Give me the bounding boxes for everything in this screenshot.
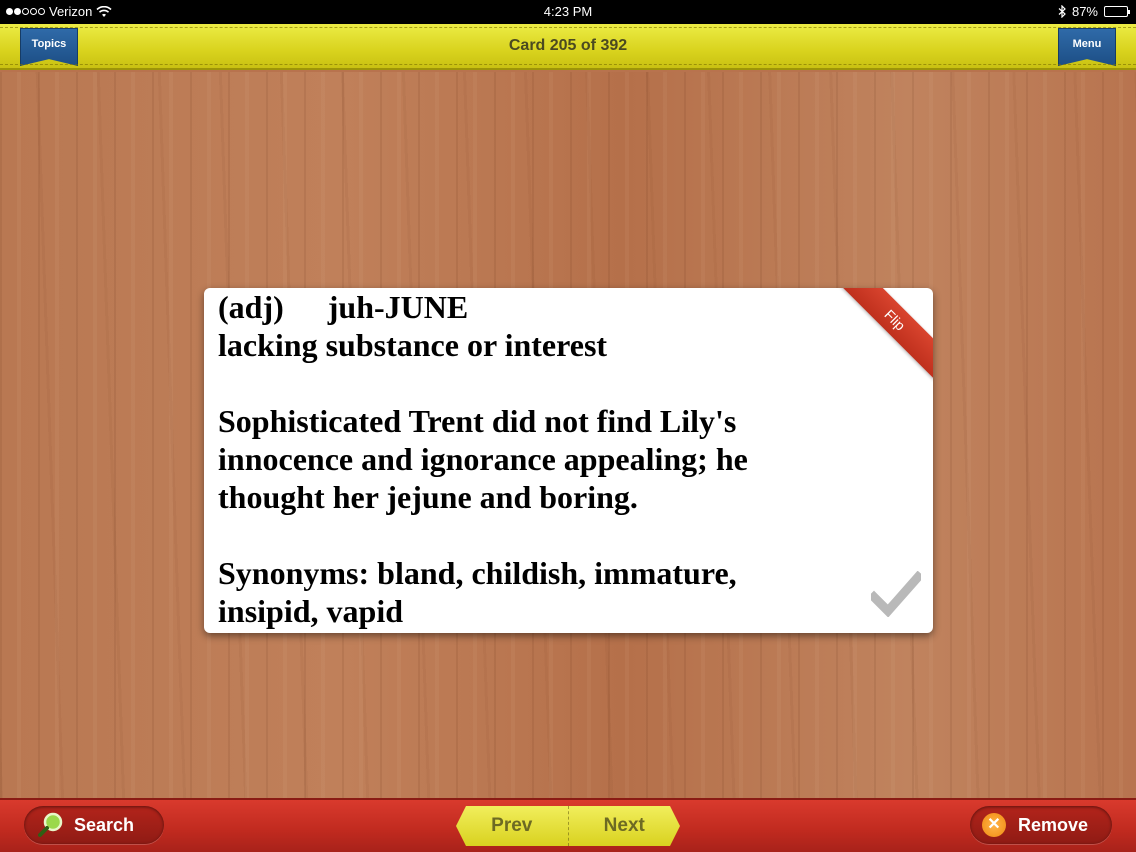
- close-icon: ✕: [982, 813, 1006, 837]
- synonyms-line-1: Synonyms: bland, childish, immature,: [218, 555, 737, 591]
- remove-button[interactable]: ✕ Remove: [970, 806, 1112, 844]
- page-title: Card 205 of 392: [508, 37, 628, 54]
- search-button[interactable]: Search: [24, 806, 164, 844]
- footer-bar: Search Prev Next ✕ Remove: [0, 798, 1136, 852]
- status-right: 87%: [1058, 4, 1130, 19]
- prev-button[interactable]: Prev: [456, 806, 569, 846]
- flash-card[interactable]: (adj) juh-JUNE lacking substance or inter…: [204, 288, 933, 633]
- header-bar: Topics Card 205 of 392 Menu: [0, 24, 1136, 70]
- example-line-1: Sophisticated Trent did not find Lily's: [218, 403, 737, 439]
- remove-label: Remove: [1018, 814, 1089, 835]
- part-of-speech: (adj): [218, 289, 284, 325]
- search-icon: [38, 812, 63, 837]
- battery-icon: [1104, 6, 1130, 17]
- search-label: Search: [74, 814, 135, 835]
- card-navigation: Prev Next: [456, 806, 680, 846]
- card-content: (adj) juh-JUNE lacking substance or inter…: [218, 288, 858, 630]
- card-header-line: (adj) juh-JUNE: [218, 288, 858, 326]
- example-line-2: innocence and ignorance appealing; he: [218, 441, 748, 477]
- battery-percent: 87%: [1071, 4, 1098, 19]
- bluetooth-icon: [1058, 5, 1066, 18]
- next-button[interactable]: Next: [569, 806, 681, 846]
- check-icon[interactable]: [871, 571, 921, 617]
- example-line-3: thought her jejune and boring.: [218, 479, 638, 515]
- status-bar: Verizon 4:23 PM 87%: [0, 0, 1136, 24]
- menu-button[interactable]: Menu: [1058, 28, 1116, 66]
- definition: lacking substance or interest: [218, 327, 608, 363]
- synonyms-line-2: insipid, vapid: [218, 593, 403, 629]
- pronunciation: juh-JUNE: [327, 289, 469, 325]
- status-time: 4:23 PM: [543, 4, 593, 19]
